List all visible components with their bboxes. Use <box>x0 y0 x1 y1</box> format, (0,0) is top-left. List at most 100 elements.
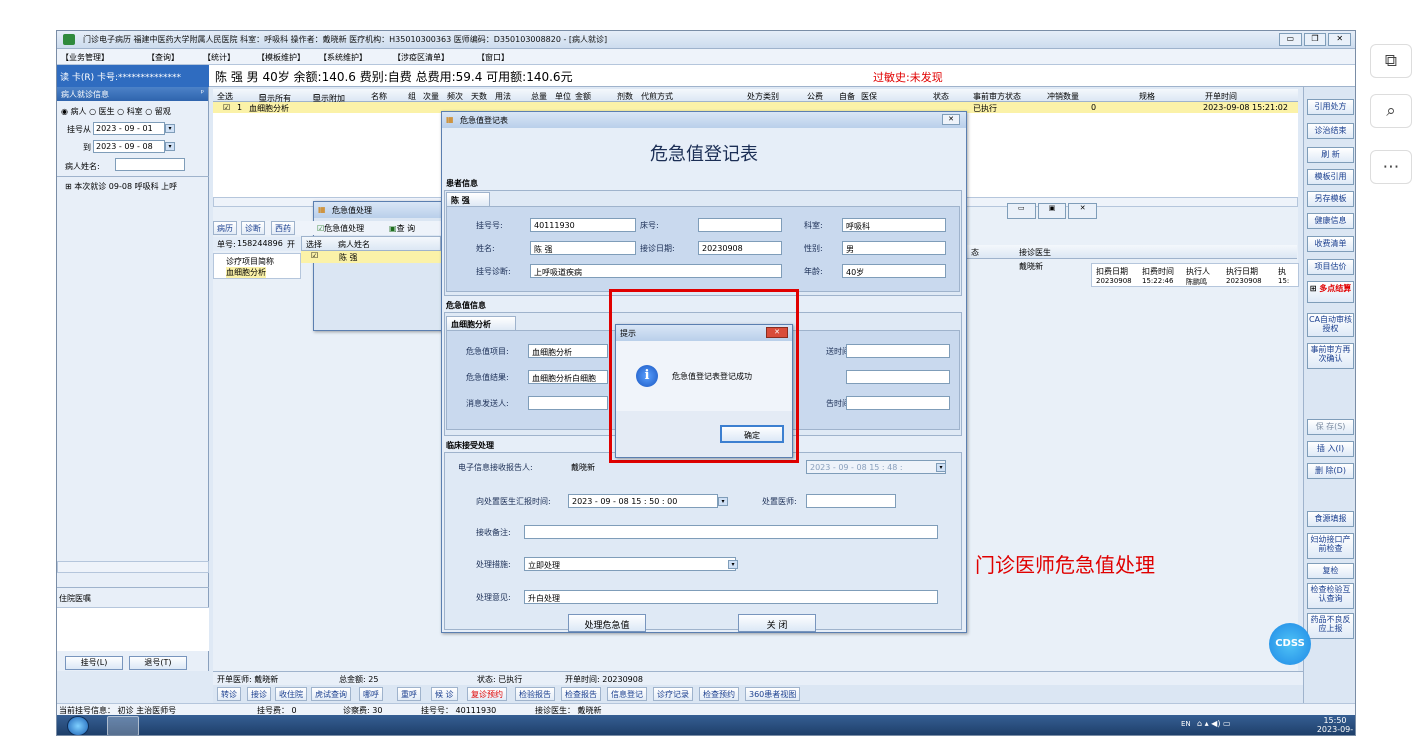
item-estimate-button[interactable]: 项目估价 <box>1307 259 1354 275</box>
fee-list-button[interactable]: 收费清单 <box>1307 236 1354 252</box>
menu-epidemic[interactable]: 【涉疫区清单】 <box>393 52 449 63</box>
result-field[interactable]: 血细胞分析白细胞 <box>528 370 608 384</box>
insert-button[interactable]: 插 入(I) <box>1307 441 1354 457</box>
restore-icon[interactable]: ❐ <box>1303 33 1327 46</box>
tree-visit-item[interactable]: ⊞ 本次就诊 09-08 呼吸科 上呼 <box>65 181 211 192</box>
clock[interactable]: 15:502023-09-08 <box>1313 716 1355 735</box>
search-icon[interactable]: ⌕ <box>1370 94 1412 128</box>
handler-field[interactable] <box>806 494 896 508</box>
age-field[interactable]: 40岁 <box>842 264 946 278</box>
send-time-field[interactable] <box>846 344 950 358</box>
query-tool[interactable]: ▣查 询 <box>389 223 415 234</box>
measure-dropdown-icon[interactable]: ▾ <box>728 560 738 569</box>
menu-system[interactable]: 【系统维护】 <box>319 52 367 63</box>
menu-query[interactable]: 【查询】 <box>147 52 179 63</box>
reg-no-field[interactable]: 40111930 <box>530 218 636 232</box>
grid-col-select-all[interactable]: 全选 <box>217 91 233 102</box>
reg-to-input[interactable]: 2023 - 09 - 08 <box>93 140 165 153</box>
reg-from-input[interactable]: 2023 - 09 - 01 <box>93 122 165 135</box>
maternal-check-button[interactable]: 妇幼接口产前检查 <box>1307 533 1354 559</box>
radio-doctor[interactable]: ○ <box>89 107 99 116</box>
pre-review-confirm-button[interactable]: 事前审方再次确认 <box>1307 343 1354 369</box>
minimize-icon[interactable]: ▭ <box>1007 203 1036 219</box>
close-icon[interactable]: ✕ <box>942 114 960 125</box>
name-field[interactable]: 陈 强 <box>530 241 636 255</box>
tab-wait[interactable]: 候 诊 <box>431 687 458 701</box>
delete-button[interactable]: 删 除(D) <box>1307 463 1354 479</box>
menu-template[interactable]: 【模板维护】 <box>257 52 305 63</box>
measure-field[interactable]: 立即处理 <box>524 557 736 571</box>
ca-auth-button[interactable]: CA自动审核授权 <box>1307 313 1354 337</box>
close-button[interactable]: 关 闭 <box>738 614 816 632</box>
refresh-button[interactable]: 刷 新 <box>1307 147 1354 163</box>
opinion-field[interactable]: 升白处理 <box>524 590 938 604</box>
tray-icons[interactable]: ⌂ ▴ ◀) ▭ <box>1197 719 1231 728</box>
unregister-button[interactable]: 退号(T) <box>129 656 187 670</box>
expand-icon[interactable]: ⊞ <box>65 182 74 191</box>
image-search-icon[interactable]: ⧉ <box>1370 44 1412 78</box>
save-button[interactable]: 保 存(S) <box>1307 419 1354 435</box>
radio-patient[interactable]: ◉ <box>61 107 71 116</box>
tab-test-query[interactable]: 虎试查询 <box>311 687 351 701</box>
tab-recall[interactable]: 重呼 <box>397 687 421 701</box>
tab-exam-booking[interactable]: 检查预约 <box>699 687 739 701</box>
adverse-reaction-button[interactable]: 药品不良反应上报 <box>1307 613 1354 639</box>
close-icon[interactable]: ✕ <box>766 327 788 338</box>
tab-360-view[interactable]: 360患者视图 <box>745 687 801 701</box>
multi-settle-button[interactable]: ⊞ 多点结算 <box>1307 281 1354 303</box>
food-report-button[interactable]: 食源填报 <box>1307 511 1354 527</box>
pin-icon[interactable]: ᵖ <box>201 88 204 97</box>
row-checkbox-icon[interactable]: ☑ <box>311 251 318 260</box>
mutual-recognition-button[interactable]: 检查检验互认查询 <box>1307 583 1354 609</box>
item-field[interactable]: 血细胞分析 <box>528 344 608 358</box>
tab-exam-report[interactable]: 检查报告 <box>561 687 601 701</box>
tab-follow-up[interactable]: 复诊预约 <box>467 687 507 701</box>
recv-datetime-field[interactable]: 2023 - 09 - 08 15 : 48 : <box>806 460 946 474</box>
tab-info-register[interactable]: 信息登记 <box>607 687 647 701</box>
taskbar-app-icon[interactable] <box>107 716 139 735</box>
recv-datetime-dropdown-icon[interactable]: ▾ <box>936 463 946 472</box>
report-time-field[interactable]: 2023 - 09 - 08 15 : 50 : 00 <box>568 494 718 508</box>
visit-date-field[interactable]: 20230908 <box>698 241 782 255</box>
tab-record[interactable]: 病历 <box>213 221 237 235</box>
health-info-button[interactable]: 健康信息 <box>1307 213 1354 229</box>
remark-field[interactable] <box>524 525 938 539</box>
tab-call[interactable]: 哪呼 <box>359 687 383 701</box>
tab-diagnosis[interactable]: 诊断 <box>241 221 265 235</box>
item-val[interactable]: 血细胞分析 <box>226 267 266 278</box>
recv-time-field[interactable] <box>846 396 950 410</box>
reg-from-dropdown-icon[interactable]: ▾ <box>165 124 175 133</box>
report-time-dropdown-icon[interactable]: ▾ <box>718 497 728 506</box>
close-icon[interactable]: ✕ <box>1068 203 1098 219</box>
close-icon[interactable]: ✕ <box>1328 33 1352 46</box>
menu-business[interactable]: 【业务管理】 <box>61 52 109 63</box>
critical-process-tool[interactable]: ☑危急值处理 <box>317 223 364 234</box>
menu-stats[interactable]: 【统计】 <box>203 52 235 63</box>
tab-transfer[interactable]: 转诊 <box>217 687 241 701</box>
recheck-button[interactable]: 复检 <box>1307 563 1354 579</box>
quote-prescription-button[interactable]: 引用处方 <box>1307 99 1354 115</box>
bed-field[interactable] <box>698 218 782 232</box>
critical-tab[interactable]: 血细胞分析 <box>446 316 516 330</box>
language-indicator[interactable]: EN <box>1181 720 1191 728</box>
template-quote-button[interactable]: 模板引用 <box>1307 169 1354 185</box>
tab-western[interactable]: 西药 <box>271 221 295 235</box>
tab-lab-report[interactable]: 检验报告 <box>515 687 555 701</box>
card-read-box[interactable]: 读 卡(R) 卡号:************** <box>57 65 209 87</box>
menu-window[interactable]: 【窗口】 <box>477 52 509 63</box>
more-icon[interactable]: ⋯ <box>1370 150 1412 184</box>
process-critical-button[interactable]: 处理危急值 <box>568 614 646 632</box>
name-input[interactable] <box>115 158 185 171</box>
ok-button[interactable]: 确定 <box>720 425 784 443</box>
sender-field[interactable] <box>528 396 608 410</box>
radio-dept[interactable]: ○ <box>117 107 127 116</box>
register-button[interactable]: 挂号(L) <box>65 656 123 670</box>
diag-field[interactable]: 上呼吸道疾病 <box>530 264 782 278</box>
tab-admit[interactable]: 收住院 <box>275 687 307 701</box>
save-template-button[interactable]: 另存模板 <box>1307 191 1354 207</box>
minimize-icon[interactable]: ▭ <box>1279 33 1302 46</box>
cdss-button[interactable]: CDSS <box>1269 623 1311 665</box>
row-checkbox-icon[interactable]: ☑ <box>223 103 230 112</box>
finish-diagnosis-button[interactable]: 诊治结束 <box>1307 123 1354 139</box>
restore-icon[interactable]: ▣ <box>1037 203 1067 219</box>
